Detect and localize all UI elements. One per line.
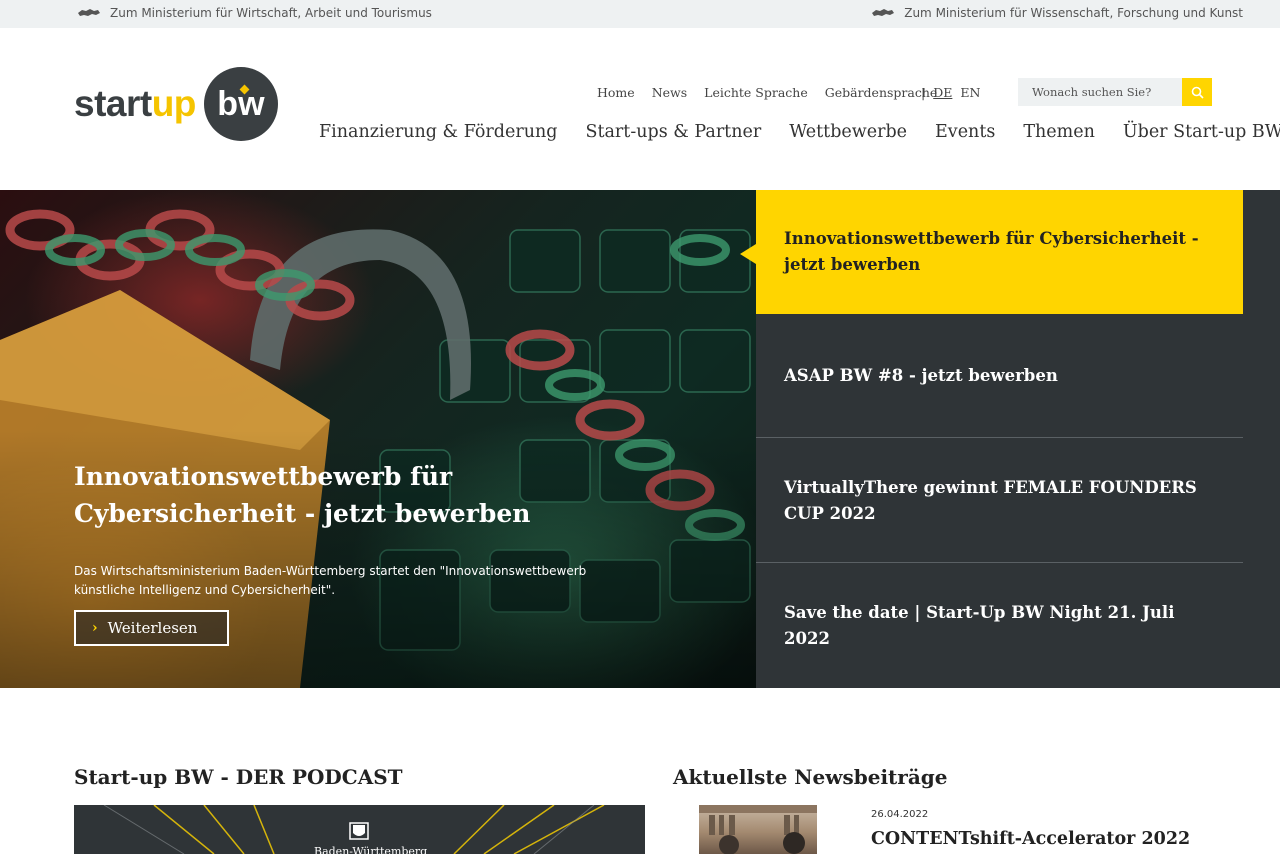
slide-item-label: Save the date | Start-Up BW Night 21. Ju…: [784, 603, 1175, 648]
slide-item-label: VirtuallyThere gewinnt FEMALE FOUNDERS C…: [784, 477, 1197, 523]
ministry-science-label: Zum Ministerium für Wissenschaft, Forsch…: [904, 6, 1243, 20]
chevron-right-icon: ›: [92, 620, 98, 636]
news-item-date: 26.04.2022: [871, 809, 929, 820]
search-input[interactable]: [1018, 78, 1182, 106]
coat-of-arms-icon: [349, 822, 369, 840]
startup-bw-logo[interactable]: startup bw: [74, 67, 278, 141]
news-thumbnail-image: [699, 805, 817, 854]
search-box: [1018, 78, 1212, 106]
search-icon: [1191, 86, 1204, 99]
search-button[interactable]: [1182, 78, 1212, 106]
slide-item-virtuallythere[interactable]: VirtuallyThere gewinnt FEMALE FOUNDERS C…: [756, 439, 1243, 563]
nav-competitions[interactable]: Wettbewerbe: [789, 122, 907, 142]
slider-list: Innovationswettbewerb für Cybersicherhei…: [740, 190, 1280, 688]
language-de[interactable]: DE: [933, 85, 952, 100]
slide-item-label: ASAP BW #8 - jetzt bewerben: [784, 365, 1058, 385]
slide-item-asap-bw[interactable]: ASAP BW #8 - jetzt bewerben: [756, 314, 1243, 438]
utility-link-easy-language[interactable]: Leichte Sprache: [704, 85, 808, 100]
read-more-label: Weiterlesen: [107, 619, 198, 637]
top-bar: Zum Ministerium für Wirtschaft, Arbeit u…: [0, 0, 1280, 28]
ministry-science-link[interactable]: Zum Ministerium für Wissenschaft, Forsch…: [870, 6, 1243, 20]
language-switcher: | DE EN: [921, 85, 980, 100]
podcast-banner[interactable]: Baden-Württemberg: [74, 805, 645, 854]
slide-item-startup-night[interactable]: Save the date | Start-Up BW Night 21. Ju…: [756, 564, 1243, 688]
podcast-section-title: Start-up BW - DER PODCAST: [74, 765, 403, 789]
nav-topics[interactable]: Themen: [1023, 122, 1095, 142]
nav-funding[interactable]: Finanzierung & Förderung: [319, 122, 557, 142]
utility-link-home[interactable]: Home: [597, 85, 635, 100]
language-en[interactable]: EN: [960, 85, 980, 100]
podcast-banner-label: Baden-Württemberg: [314, 845, 428, 854]
hero-description: Das Wirtschaftsministerium Baden-Württem…: [74, 564, 587, 597]
logo-up: up: [151, 83, 197, 124]
news-item-title[interactable]: CONTENTshift-Accelerator 2022: [871, 829, 1190, 849]
lion-crest-icon: [78, 9, 100, 16]
logo-badge: bw: [203, 67, 278, 141]
logo-wordmark: startup: [74, 83, 196, 125]
utility-link-news[interactable]: News: [652, 85, 687, 100]
nav-startups-partners[interactable]: Start-ups & Partner: [585, 122, 761, 142]
read-more-button[interactable]: › Weiterlesen: [74, 610, 229, 646]
ministry-economy-link[interactable]: Zum Ministerium für Wirtschaft, Arbeit u…: [76, 6, 432, 20]
language-separator: |: [921, 85, 926, 100]
main-nav: Finanzierung & Förderung Start-ups & Par…: [319, 122, 1280, 142]
nav-about[interactable]: Über Start-up BW: [1123, 122, 1280, 142]
slide-item-cybersecurity[interactable]: Innovationswettbewerb für Cybersicherhei…: [740, 190, 1243, 314]
news-section-title: Aktuellste Newsbeiträge: [673, 765, 948, 789]
ministry-economy-label: Zum Ministerium für Wirtschaft, Arbeit u…: [110, 6, 432, 20]
logo-start: start: [74, 83, 152, 124]
utility-nav: Home News Leichte Sprache Gebärdensprach…: [597, 85, 954, 100]
slide-item-label: Innovationswettbewerb für Cybersicherhei…: [784, 229, 1199, 274]
nav-events[interactable]: Events: [935, 122, 995, 142]
news-thumbnail[interactable]: [699, 805, 817, 854]
hero-title: Innovationswettbewerb für Cybersicherhei…: [74, 462, 531, 528]
hero-banner[interactable]: Innovationswettbewerb für Cybersicherhei…: [0, 190, 756, 688]
lion-crest-icon: [872, 9, 895, 16]
